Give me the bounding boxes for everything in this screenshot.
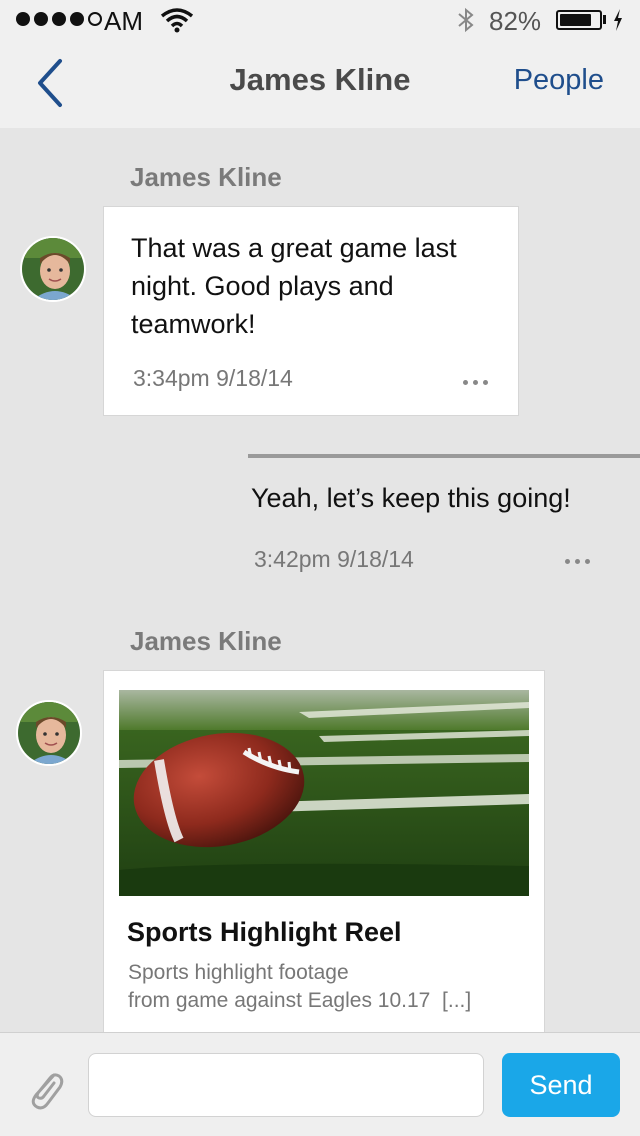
football-photo <box>119 690 529 896</box>
status-bar: AM 82% <box>0 0 640 40</box>
chevron-left-icon <box>38 59 62 107</box>
avatar[interactable] <box>16 700 82 766</box>
message-bubble[interactable]: That was a great game last night. Good p… <box>103 206 519 416</box>
battery-tip <box>603 15 606 24</box>
message-timestamp: 3:34pm 9/18/14 <box>133 365 293 391</box>
battery-icon <box>556 10 602 30</box>
compose-bar: Send <box>0 1032 640 1136</box>
bluetooth-icon <box>458 7 474 33</box>
message-divider <box>248 454 640 458</box>
more-options-icon[interactable] <box>463 380 488 385</box>
card-more-link[interactable]: [...] <box>442 989 471 1012</box>
battery-level <box>560 14 591 26</box>
card-description: Sports highlight footage from game again… <box>128 959 471 1015</box>
message-sender: James Kline <box>130 162 282 192</box>
avatar-photo <box>18 702 80 764</box>
status-time: AM <box>104 6 143 36</box>
message-timestamp: 3:42pm 9/18/14 <box>254 546 414 572</box>
signal-strength-icon <box>16 12 102 26</box>
link-preview-card[interactable]: Sports Highlight Reel Sports highlight f… <box>103 670 545 1050</box>
card-description-line: Sports highlight footage <box>128 961 349 984</box>
send-button[interactable]: Send <box>502 1053 620 1117</box>
card-title: Sports Highlight Reel <box>127 917 402 947</box>
battery-percentage: 82% <box>489 6 542 36</box>
avatar[interactable] <box>20 236 86 302</box>
navigation-bar: James Kline People <box>0 40 640 128</box>
avatar-photo <box>22 238 84 300</box>
wifi-icon <box>160 8 194 33</box>
card-description-line: from game against Eagles 10.17 [...] <box>128 987 471 1015</box>
card-description-text: from game against Eagles 10.17 <box>128 989 431 1012</box>
message-text: Yeah, let’s keep this going! <box>251 483 571 513</box>
people-button[interactable]: People <box>514 64 604 97</box>
message-input[interactable] <box>88 1053 484 1117</box>
message-sender: James Kline <box>130 626 282 656</box>
card-image[interactable] <box>119 690 529 896</box>
paperclip-icon[interactable] <box>26 1065 66 1111</box>
back-button[interactable] <box>30 56 80 112</box>
charging-icon <box>614 9 622 31</box>
more-options-icon[interactable] <box>565 559 590 564</box>
message-text: That was a great game last night. Good p… <box>131 233 457 339</box>
